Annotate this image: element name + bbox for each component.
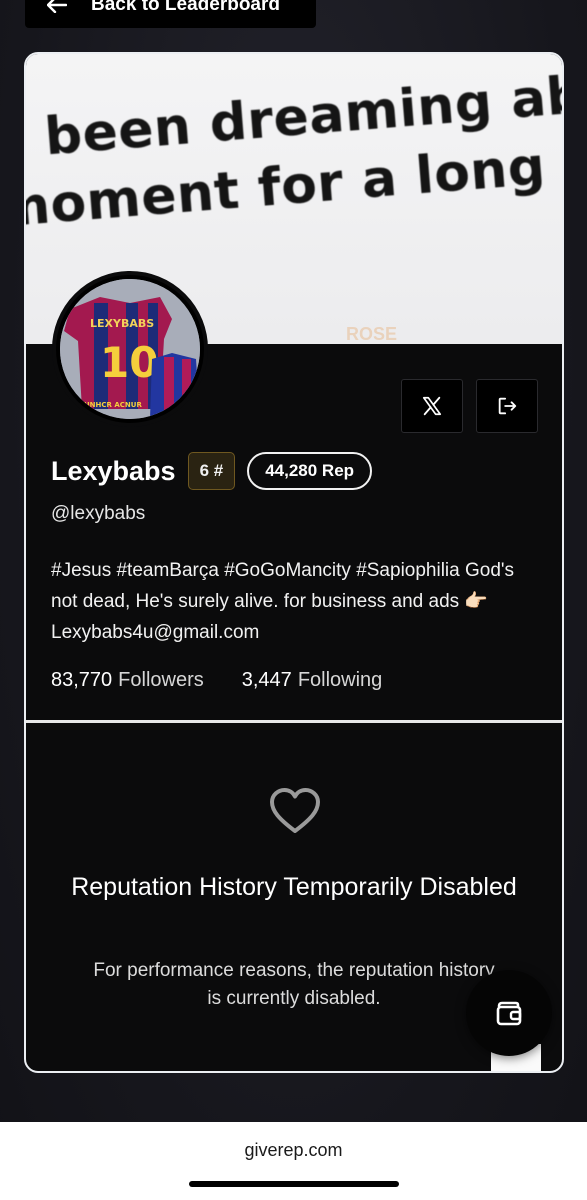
reputation-history-title: Reputation History Temporarily Disabled — [71, 873, 517, 901]
following-count: 3,447 — [241, 669, 292, 691]
x-profile-button[interactable] — [401, 379, 463, 433]
x-logo-icon — [422, 396, 442, 416]
reputation-history-description: For performance reasons, the reputation … — [93, 960, 495, 1009]
arrow-left-icon — [47, 0, 67, 13]
banner-faint-text: ROSE — [346, 324, 398, 344]
jersey-number: 10 — [100, 338, 158, 387]
wallet-button[interactable] — [466, 970, 552, 1056]
browser-bottom-bar: giverep.com — [0, 1122, 587, 1200]
followers-stat[interactable]: 83,770 Followers — [51, 669, 204, 692]
profile-name-row: Lexybabs 6 # 44,280 Rep — [51, 452, 373, 490]
heart-icon — [270, 788, 320, 833]
share-button[interactable] — [476, 379, 538, 433]
avatar: LEXYBABS 10 UNHCR ACNUR — [52, 271, 208, 427]
following-stat[interactable]: 3,447 Following — [242, 669, 383, 692]
banner-image-text: e been dreaming ab moment for a long — [26, 58, 562, 244]
profile-card: e been dreaming ab moment for a long ROS… — [24, 52, 564, 1073]
rank-badge: 6 # — [187, 452, 236, 490]
logout-share-icon — [498, 397, 517, 415]
profile-bio: #Jesus #teamBarça #GoGoMancity #Sapiophi… — [51, 560, 515, 643]
wallet-icon — [496, 1001, 522, 1026]
following-label: Following — [297, 669, 383, 691]
rep-badge: 44,280 Rep — [247, 452, 373, 490]
followers-count: 83,770 — [51, 669, 113, 691]
back-label: Back to Leaderboard — [91, 0, 280, 15]
back-to-leaderboard-button[interactable]: Back to Leaderboard — [25, 0, 316, 28]
jersey-sponsor: UNHCR ACNUR — [84, 401, 142, 409]
profile-stats: 83,770 Followers 3,447 Following — [51, 669, 382, 692]
followers-label: Followers — [118, 669, 204, 691]
profile-name: Lexybabs — [51, 455, 176, 486]
page: Back to Leaderboard e been dreaming ab m… — [0, 0, 587, 1200]
avatar-image: LEXYBABS 10 UNHCR ACNUR — [60, 279, 200, 419]
browser-url[interactable]: giverep.com — [0, 1140, 587, 1161]
jersey-name: LEXYBABS — [90, 317, 154, 330]
home-indicator[interactable] — [189, 1181, 399, 1187]
profile-handle: @lexybabs — [51, 503, 146, 524]
section-divider — [26, 720, 562, 723]
